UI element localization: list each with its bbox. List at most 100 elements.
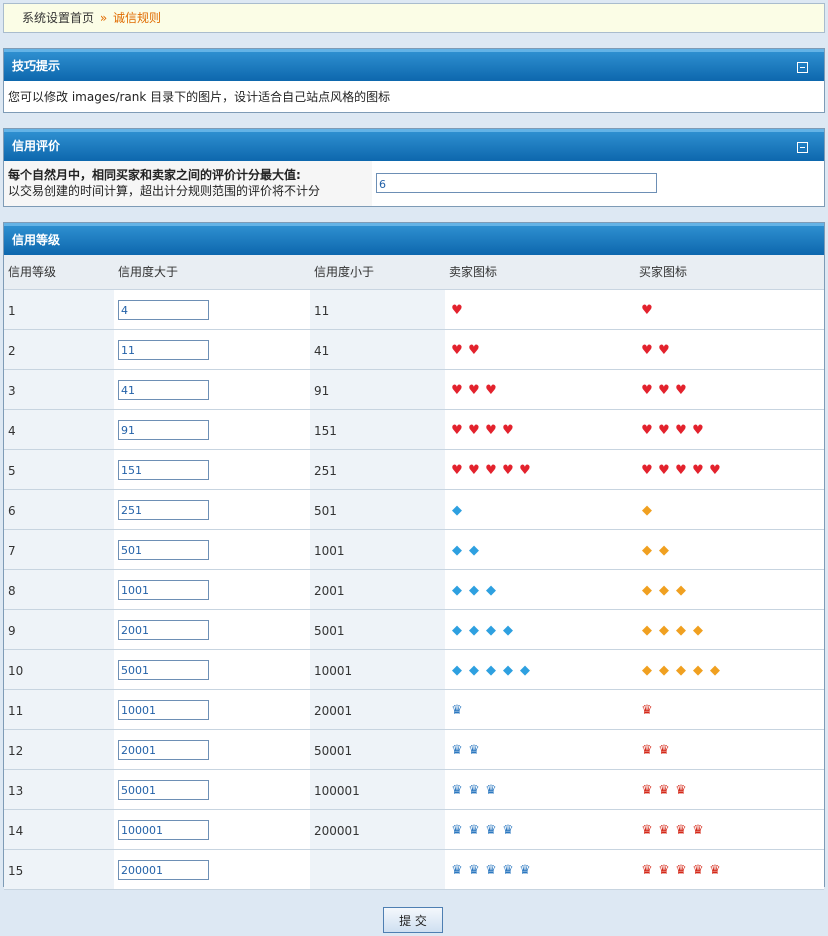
table-row: 9 5001 ◆ ◆ ◆ ◆ ◆ ◆ ◆ ◆ xyxy=(4,609,824,650)
col-header-seller-icon: 卖家图标 xyxy=(445,255,635,290)
buyer-icon-cell: ♛ xyxy=(635,689,824,730)
buyer-icon-cell: ♛ ♛ ♛ ♛ ♛ xyxy=(635,849,824,890)
seller-heart-icon: ♥ xyxy=(485,423,497,438)
seller-icon-cell: ♥ ♥ xyxy=(445,329,635,370)
buyer-heart-icon: ♥ xyxy=(641,343,653,358)
credit-min-input[interactable] xyxy=(118,539,209,560)
credit-min-input[interactable] xyxy=(118,339,209,360)
tips-panel-title: 技巧提示 xyxy=(12,59,61,73)
credit-max-cell: 251 xyxy=(310,449,445,490)
credit-min-input[interactable] xyxy=(118,379,209,400)
level-cell: 10 xyxy=(4,649,114,690)
credit-eval-panel-header: 信用评价 xyxy=(4,129,824,161)
credit-min-input[interactable] xyxy=(118,459,209,480)
credit-min-input[interactable] xyxy=(118,499,209,520)
buyer-heart-icon: ♥ xyxy=(641,383,653,398)
level-cell: 2 xyxy=(4,329,114,370)
seller-diamond-icon: ◆ xyxy=(520,663,530,678)
seller-crown-icon: ♛ xyxy=(451,783,463,798)
level-cell: 6 xyxy=(4,489,114,530)
seller-icon-cell: ◆ ◆ ◆ ◆ ◆ xyxy=(445,649,635,690)
col-header-buyer-icon: 买家图标 xyxy=(635,255,824,290)
buyer-crown-icon: ♛ xyxy=(641,703,653,718)
tips-panel: 技巧提示 您可以修改 images/rank 目录下的图片，设计适合自己站点风格… xyxy=(3,48,825,113)
credit-min-input[interactable] xyxy=(118,819,209,840)
seller-heart-icon: ♥ xyxy=(468,343,480,358)
buyer-crown-icon: ♛ xyxy=(675,823,687,838)
level-cell: 12 xyxy=(4,729,114,770)
seller-crown-icon: ♛ xyxy=(485,783,497,798)
buyer-diamond-icon: ◆ xyxy=(676,583,686,598)
collapse-icon[interactable] xyxy=(797,62,808,73)
submit-button[interactable]: 提 交 xyxy=(383,907,443,933)
buyer-diamond-icon: ◆ xyxy=(642,583,652,598)
buyer-crown-icon: ♛ xyxy=(641,823,653,838)
credit-min-input[interactable] xyxy=(118,299,209,320)
credit-min-input[interactable] xyxy=(118,859,209,880)
buyer-diamond-icon: ◆ xyxy=(659,663,669,678)
credit-min-input[interactable] xyxy=(118,699,209,720)
seller-crown-icon: ♛ xyxy=(502,823,514,838)
credit-min-input[interactable] xyxy=(118,619,209,640)
credit-level-panel-title: 信用等级 xyxy=(12,233,61,247)
credit-max-cell: 5001 xyxy=(310,609,445,650)
seller-heart-icon: ♥ xyxy=(468,463,480,478)
credit-eval-label: 每个自然月中，相同买家和卖家之间的评价计分最大值: 以交易创建的时间计算，超出计… xyxy=(4,161,372,206)
seller-heart-icon: ♥ xyxy=(451,303,463,318)
credit-min-input[interactable] xyxy=(118,779,209,800)
buyer-heart-icon: ♥ xyxy=(692,423,704,438)
buyer-diamond-icon: ◆ xyxy=(676,623,686,638)
seller-diamond-icon: ◆ xyxy=(469,543,479,558)
credit-max-cell: 2001 xyxy=(310,569,445,610)
credit-min-input[interactable] xyxy=(118,419,209,440)
buyer-icon-cell: ♥ ♥ xyxy=(635,329,824,370)
buyer-heart-icon: ♥ xyxy=(675,383,687,398)
level-cell: 7 xyxy=(4,529,114,570)
collapse-icon[interactable] xyxy=(797,142,808,153)
level-cell: 5 xyxy=(4,449,114,490)
breadcrumb-separator: » xyxy=(99,11,108,25)
credit-min-input[interactable] xyxy=(118,579,209,600)
seller-diamond-icon: ◆ xyxy=(503,663,513,678)
buyer-icon-cell: ♛ ♛ ♛ ♛ xyxy=(635,809,824,850)
table-row: 111♥♥ xyxy=(4,289,824,330)
seller-crown-icon: ♛ xyxy=(451,743,463,758)
seller-diamond-icon: ◆ xyxy=(486,663,496,678)
buyer-crown-icon: ♛ xyxy=(675,863,687,878)
seller-icon-cell: ♛ ♛ ♛ ♛ xyxy=(445,809,635,850)
table-row: 241♥♥♥♥ xyxy=(4,329,824,370)
level-cell: 14 xyxy=(4,809,114,850)
buyer-heart-icon: ♥ xyxy=(641,303,653,318)
seller-heart-icon: ♥ xyxy=(502,463,514,478)
buyer-icon-cell: ◆ ◆ xyxy=(635,529,824,570)
credit-max-cell xyxy=(310,849,445,890)
seller-diamond-icon: ◆ xyxy=(452,543,462,558)
credit-max-cell: 20001 xyxy=(310,689,445,730)
table-row: 14 200001 ♛ ♛ ♛ ♛ ♛ ♛ ♛ ♛ xyxy=(4,809,824,850)
credit-max-cell: 1001 xyxy=(310,529,445,570)
buyer-heart-icon: ♥ xyxy=(675,463,687,478)
credit-min-input[interactable] xyxy=(118,659,209,680)
seller-heart-icon: ♥ xyxy=(485,463,497,478)
credit-min-input[interactable] xyxy=(118,739,209,760)
credit-max-cell: 10001 xyxy=(310,649,445,690)
buyer-diamond-icon: ◆ xyxy=(659,543,669,558)
buyer-diamond-icon: ◆ xyxy=(659,623,669,638)
level-cell: 3 xyxy=(4,369,114,410)
buyer-diamond-icon: ◆ xyxy=(642,663,652,678)
seller-icon-cell: ◆ ◆ ◆ ◆ xyxy=(445,609,635,650)
level-cell: 4 xyxy=(4,409,114,450)
buyer-diamond-icon: ◆ xyxy=(693,663,703,678)
tips-panel-header: 技巧提示 xyxy=(4,49,824,81)
credit-max-cell: 50001 xyxy=(310,729,445,770)
breadcrumb-home-link[interactable]: 系统设置首页 xyxy=(22,11,94,25)
buyer-crown-icon: ♛ xyxy=(641,783,653,798)
credit-max-cell: 501 xyxy=(310,489,445,530)
seller-heart-icon: ♥ xyxy=(451,383,463,398)
seller-diamond-icon: ◆ xyxy=(469,623,479,638)
col-header-min: 信用度大于 xyxy=(114,255,310,290)
seller-icon-cell: ♥ ♥ ♥ ♥ xyxy=(445,409,635,450)
credit-eval-max-input[interactable] xyxy=(376,173,657,193)
seller-diamond-icon: ◆ xyxy=(452,583,462,598)
buyer-heart-icon: ♥ xyxy=(658,383,670,398)
